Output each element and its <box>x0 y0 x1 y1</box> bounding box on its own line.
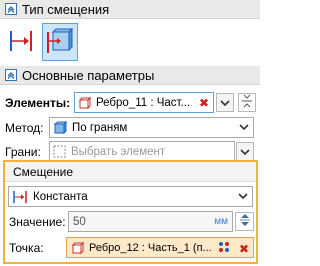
offset-mode-select[interactable]: Константа <box>8 186 253 207</box>
section-title: Тип смещения <box>22 1 110 17</box>
point-value: Ребро_12 : Часть_1 (п... <box>89 241 212 254</box>
elements-sort-button[interactable] <box>238 93 256 112</box>
section-header-offset-type[interactable]: Тип смещения <box>0 0 260 19</box>
delete-icon: ✖ <box>198 95 210 110</box>
offset-group-title: Смещение <box>13 164 74 179</box>
chevron-down-icon <box>238 193 248 200</box>
sort-icon <box>241 94 253 111</box>
faces-field[interactable]: Выбрать элемент <box>49 141 235 162</box>
collapse-icon[interactable] <box>5 69 17 81</box>
unit-label: мм <box>214 216 228 227</box>
chevron-down-icon <box>239 124 249 131</box>
select-element-icon <box>53 145 66 158</box>
clear-point-button[interactable]: ✖ <box>235 239 253 258</box>
offset-group-header: Смещение <box>5 162 256 182</box>
delete-icon: ✖ <box>238 241 250 256</box>
constant-offset-icon <box>12 190 28 204</box>
method-value: По граням <box>72 121 128 134</box>
method-row: Метод: По граням <box>0 117 260 139</box>
elements-row: Элементы: Ребро_11 : Част... ✖ <box>0 92 260 114</box>
section-title: Основные параметры <box>22 67 155 83</box>
chevron-down-icon <box>240 145 250 159</box>
edge-object-icon <box>71 241 85 255</box>
value-input[interactable]: 50 мм <box>68 211 233 232</box>
chevron-down-icon <box>220 96 230 110</box>
faces-label: Грани: <box>5 145 41 159</box>
point-label: Точка: <box>9 241 44 255</box>
method-label: Метод: <box>5 121 44 135</box>
offset-type-toolbar <box>0 20 260 64</box>
elements-field[interactable]: Ребро_11 : Част... <box>74 92 214 113</box>
elements-value: Ребро_11 : Част... <box>96 96 191 109</box>
method-select[interactable]: По граням <box>49 117 254 138</box>
clear-elements-button[interactable]: ✖ <box>195 93 213 112</box>
faces-dropdown-button[interactable] <box>236 142 254 161</box>
collapse-icon[interactable] <box>5 3 17 15</box>
faces-placeholder: Выбрать элемент <box>71 145 166 158</box>
value-label: Значение: <box>9 215 66 229</box>
offset-type-button-1[interactable] <box>3 23 39 61</box>
section-header-main-params[interactable]: Основные параметры <box>0 66 260 85</box>
elements-dropdown-button[interactable] <box>216 93 234 112</box>
value-text: 50 <box>73 215 86 228</box>
box-offset-icon <box>45 26 75 59</box>
stepper-icon <box>239 213 251 230</box>
offset-arrow-icon <box>7 27 35 58</box>
face-method-icon <box>53 120 67 135</box>
edge-object-icon <box>78 96 92 110</box>
offset-group: Смещение Константа Значение: 50 мм Точка… <box>3 160 258 264</box>
elements-label: Элементы: <box>5 96 71 110</box>
point-snap-button[interactable] <box>215 239 233 258</box>
value-stepper[interactable] <box>235 212 254 231</box>
offset-type-button-2[interactable] <box>42 23 78 61</box>
offset-mode-value: Константа <box>33 190 88 203</box>
points-icon <box>217 240 231 257</box>
